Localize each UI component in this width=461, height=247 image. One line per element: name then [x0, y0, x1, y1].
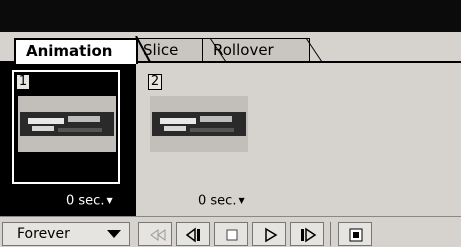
frame-thumbnail-image: [150, 96, 248, 152]
loop-options-dropdown[interactable]: Forever: [2, 222, 130, 246]
frame-thumbnail-image: [18, 96, 116, 152]
chevron-down-icon: [107, 230, 121, 238]
previous-frame-button[interactable]: [176, 222, 210, 246]
tween-icon: [349, 228, 363, 242]
panel-title-bar[interactable]: [0, 0, 461, 32]
stop-button[interactable]: [214, 222, 248, 246]
toolbar-divider: [330, 222, 331, 246]
tween-button[interactable]: [338, 222, 372, 246]
previous-frame-icon: [185, 227, 200, 243]
frame-2-delay-label: 0 sec.: [198, 193, 237, 209]
play-button[interactable]: [252, 222, 286, 246]
frame-number: 2: [148, 74, 162, 90]
chevron-down-icon: ▼: [238, 196, 245, 205]
stop-icon: [226, 229, 238, 241]
frame-thumbnail: [18, 96, 116, 152]
frame-2[interactable]: 2: [144, 70, 252, 184]
play-icon: [265, 227, 278, 243]
tab-outline: [135, 36, 323, 63]
frame-1-delay-label: 0 sec.: [66, 193, 105, 209]
frame-thumbnail: [150, 96, 248, 152]
loop-value: Forever: [17, 226, 70, 242]
frame-2-delay[interactable]: 0 sec. ▼: [198, 193, 245, 210]
first-frame-button[interactable]: [138, 222, 172, 246]
next-frame-icon: [301, 227, 317, 243]
chevron-down-icon: ▼: [106, 196, 113, 205]
frame-1[interactable]: 1: [11, 69, 121, 185]
first-frame-icon: [150, 229, 166, 241]
next-frame-button[interactable]: [290, 222, 324, 246]
frame-number: 1: [16, 74, 30, 90]
frame-1-delay[interactable]: 0 sec. ▼: [66, 193, 113, 210]
